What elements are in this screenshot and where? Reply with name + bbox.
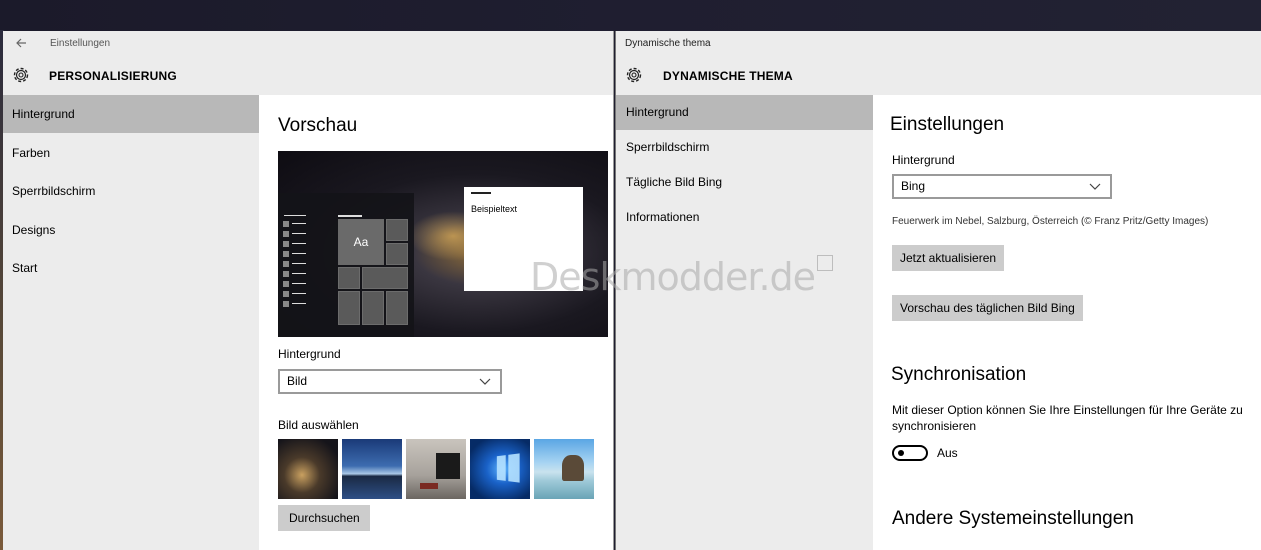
- sidebar-item-hintergrund[interactable]: Hintergrund: [3, 95, 259, 133]
- picture-thumbnail-1[interactable]: [278, 439, 338, 499]
- picture-thumbnail-4[interactable]: [470, 439, 530, 499]
- sidebar-item-taegliche-bild-bing[interactable]: Tägliche Bild Bing: [616, 165, 873, 200]
- sync-description-line2: synchronisieren: [892, 419, 977, 433]
- desktop-preview: Aa Beispieltext: [278, 151, 608, 337]
- sync-toggle-state: Aus: [937, 446, 958, 460]
- main-content: Vorschau Aa Beispieltext Hintergrund Bil…: [259, 95, 613, 550]
- sidebar-item-sperrbildschirm[interactable]: Sperrbildschirm: [616, 130, 873, 165]
- sync-heading: Synchronisation: [891, 364, 1027, 385]
- browse-button[interactable]: Durchsuchen: [278, 505, 370, 531]
- sync-toggle[interactable]: [892, 445, 928, 461]
- chevron-down-icon: [479, 378, 491, 385]
- back-arrow-icon[interactable]: [15, 37, 27, 49]
- preview-tile: [386, 291, 408, 325]
- preview-tile: [386, 243, 408, 265]
- sync-description-line1: Mit dieser Option können Sie Ihre Einste…: [892, 403, 1243, 417]
- preview-sample-text: Beispieltext: [471, 204, 518, 214]
- preview-tile: [362, 267, 408, 289]
- picture-thumbnail-2[interactable]: [342, 439, 402, 499]
- background-label: Hintergrund: [892, 153, 955, 167]
- preview-tile: [386, 219, 408, 241]
- sidebar-item-hintergrund[interactable]: Hintergrund: [616, 95, 873, 130]
- preview-tile: [338, 291, 360, 325]
- window-title: Einstellungen: [50, 38, 111, 49]
- titlebar: Einstellungen: [3, 31, 613, 55]
- update-now-button[interactable]: Jetzt aktualisieren: [892, 245, 1005, 271]
- page-title: PERSONALISIERUNG: [49, 69, 177, 83]
- other-settings-heading: Andere Systemeinstellungen: [892, 508, 1134, 529]
- pen-icon: [817, 255, 834, 271]
- preview-heading: Vorschau: [278, 115, 358, 136]
- picture-thumbnail-3[interactable]: [406, 439, 466, 499]
- sidebar-item-farben[interactable]: Farben: [3, 134, 259, 172]
- page-header: PERSONALISIERUNG: [3, 55, 613, 95]
- background-select[interactable]: Bild: [278, 369, 502, 394]
- preview-start-underline: [338, 215, 362, 217]
- sidebar-item-designs[interactable]: Designs: [3, 211, 259, 249]
- watermark: Deskmodder.de: [530, 255, 834, 299]
- sidebar-item-start[interactable]: Start: [3, 249, 259, 287]
- choose-picture-label: Bild auswählen: [278, 418, 359, 432]
- preview-daily-bing-button[interactable]: Vorschau des täglichen Bild Bing: [892, 295, 1083, 321]
- preview-tile: [338, 267, 360, 289]
- preview-tile-aa: Aa: [338, 219, 384, 265]
- gear-icon: [626, 67, 642, 83]
- sidebar: Hintergrund Sperrbildschirm Tägliche Bil…: [616, 95, 873, 550]
- picture-thumbnail-5[interactable]: [534, 439, 594, 499]
- chevron-down-icon: [1089, 183, 1101, 190]
- settings-heading: Einstellungen: [890, 114, 1005, 135]
- window-title: Dynamische thema: [625, 38, 711, 49]
- sidebar-item-sperrbildschirm[interactable]: Sperrbildschirm: [3, 172, 259, 210]
- page-header: DYNAMISCHE THEMA: [616, 55, 1261, 95]
- sidebar-item-informationen[interactable]: Informationen: [616, 200, 873, 235]
- preview-tile: [362, 291, 384, 325]
- image-caption: Feuerwerk im Nebel, Salzburg, Österreich…: [892, 216, 1209, 227]
- background-label: Hintergrund: [278, 347, 341, 361]
- background-select-value: Bild: [287, 374, 308, 388]
- settings-window-personalisierung: Einstellungen PERSONALISIERUNG Hintergru…: [3, 31, 614, 550]
- sidebar: Hintergrund Farben Sperrbildschirm Desig…: [3, 95, 259, 550]
- background-select[interactable]: Bing: [892, 174, 1112, 199]
- background-select-value: Bing: [901, 179, 926, 193]
- gear-icon: [13, 67, 29, 83]
- page-title: DYNAMISCHE THEMA: [663, 69, 793, 83]
- main-content: Einstellungen Hintergrund Bing Feuerwerk…: [873, 95, 1261, 550]
- titlebar: Dynamische thema: [616, 31, 1261, 55]
